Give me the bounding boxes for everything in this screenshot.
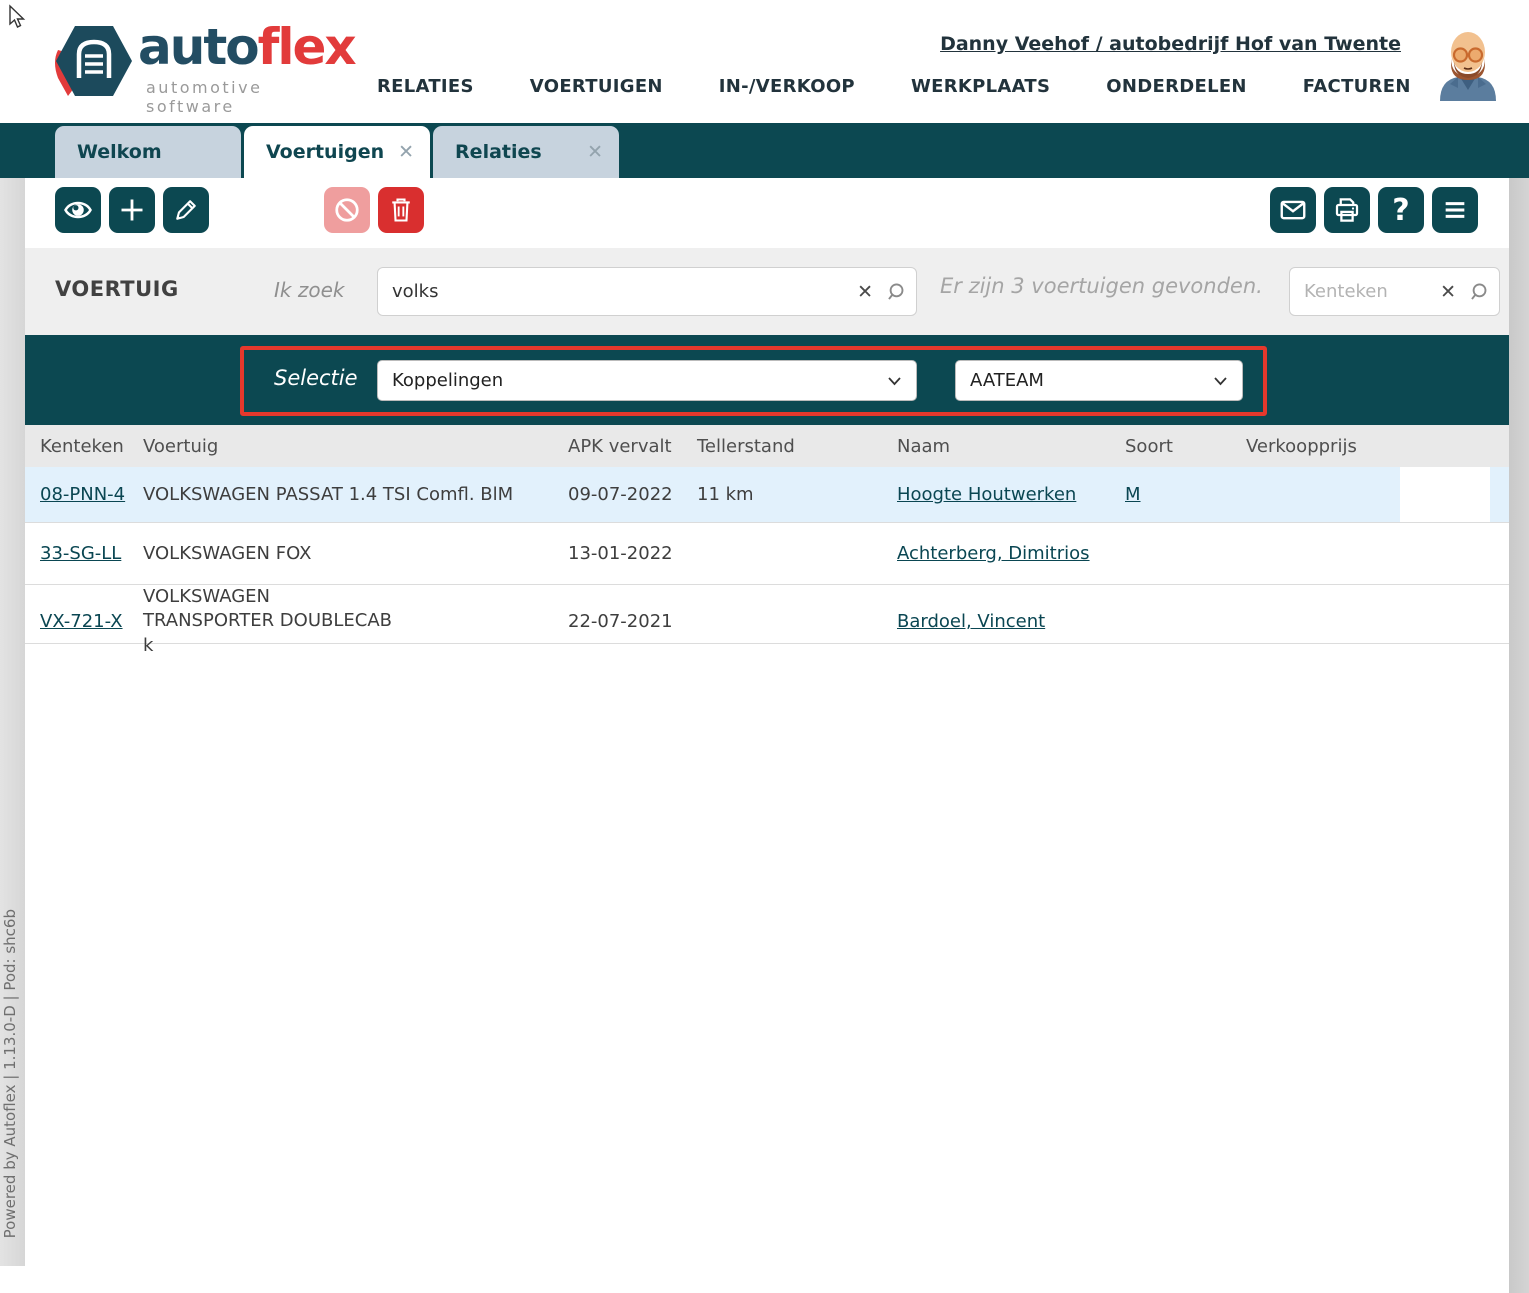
- soort-link[interactable]: M: [1125, 484, 1141, 505]
- table-row[interactable]: VX-721-X VOLKSWAGEN TRANSPORTER DOUBLECA…: [25, 584, 1509, 644]
- search-input[interactable]: [377, 267, 917, 316]
- table-body: 08-PNN-4 VOLKSWAGEN PASSAT 1.4 TSI Comfl…: [25, 467, 1509, 644]
- envelope-icon: [1278, 195, 1308, 225]
- kenteken-link[interactable]: VX-721-X: [40, 611, 123, 632]
- chevron-down-icon: [1213, 376, 1228, 386]
- autoflex-app: autoflex automotive software RELATIES VO…: [0, 0, 1529, 1293]
- printer-icon: [1332, 195, 1362, 225]
- kenteken-input-wrap: ✕: [1289, 267, 1500, 316]
- voertuig-cell: VOLKSWAGEN FOX: [143, 543, 568, 564]
- col-soort[interactable]: Soort: [1125, 436, 1246, 457]
- kenteken-search-icon[interactable]: [1468, 281, 1490, 303]
- tab-voertuigen[interactable]: Voertuigen ✕: [244, 126, 430, 178]
- nav-onderdelen[interactable]: ONDERDELEN: [1106, 76, 1247, 97]
- col-naam[interactable]: Naam: [897, 436, 1125, 457]
- left-info-strip: Powered by Autoflex | 1.13.0-D | Pod: sh…: [0, 178, 25, 1266]
- nav-voertuigen[interactable]: VOERTUIGEN: [530, 76, 663, 97]
- naam-link[interactable]: Achterberg, Dimitrios: [897, 543, 1090, 564]
- col-tellerstand[interactable]: Tellerstand: [697, 436, 897, 457]
- print-button[interactable]: [1324, 187, 1370, 233]
- search-section: VOERTUIG Ik zoek ✕ Er zijn 3 voertuigen …: [25, 248, 1509, 335]
- search-input-wrap: ✕: [377, 267, 917, 316]
- col-kenteken[interactable]: Kenteken: [40, 436, 143, 457]
- naam-link[interactable]: Hoogte Houtwerken: [897, 484, 1076, 505]
- tab-relaties-close-icon[interactable]: ✕: [587, 141, 603, 163]
- col-verkoopprijs[interactable]: Verkoopprijs: [1246, 436, 1509, 457]
- selectie-label: Selectie: [274, 366, 358, 390]
- tab-welkom[interactable]: Welkom: [55, 126, 241, 178]
- tab-relaties[interactable]: Relaties ✕: [433, 126, 619, 178]
- kenteken-clear-icon[interactable]: ✕: [1440, 281, 1456, 303]
- menu-button[interactable]: [1432, 187, 1478, 233]
- apk-cell: 22-07-2021: [568, 611, 697, 632]
- block-button[interactable]: [324, 187, 370, 233]
- pencil-icon: [172, 196, 200, 224]
- edit-button[interactable]: [163, 187, 209, 233]
- koppelingen-dropdown[interactable]: Koppelingen: [377, 360, 917, 401]
- voertuig-cell: VOLKSWAGEN TRANSPORTER DOUBLECAB k: [143, 585, 403, 658]
- plus-icon: [118, 196, 146, 224]
- question-mark-icon: ?: [1392, 193, 1409, 228]
- col-apk-vervalt[interactable]: APK vervalt: [568, 436, 697, 457]
- hamburger-icon: [1441, 196, 1469, 224]
- selected-cell-highlight: [1400, 467, 1490, 522]
- nav-werkplaats[interactable]: WERKPLAATS: [911, 76, 1050, 97]
- current-user-link[interactable]: Danny Veehof / autobedrijf Hof van Twent…: [940, 33, 1401, 55]
- team-dropdown[interactable]: AATEAM: [955, 360, 1243, 401]
- powered-by-text: Powered by Autoflex | 1.13.0-D | Pod: sh…: [1, 909, 19, 1238]
- results-count-text: Er zijn 3 voertuigen gevonden.: [940, 274, 1263, 298]
- toolbar: ?: [25, 178, 1509, 248]
- table-header: Kenteken Voertuig APK vervalt Tellerstan…: [25, 425, 1509, 467]
- naam-link[interactable]: Bardoel, Vincent: [897, 611, 1045, 632]
- apk-cell: 09-07-2022: [568, 484, 697, 505]
- mouse-cursor-icon: [6, 4, 28, 30]
- app-header: autoflex automotive software RELATIES VO…: [0, 0, 1529, 123]
- add-button[interactable]: [109, 187, 155, 233]
- eye-icon: [63, 195, 93, 225]
- nav-relaties[interactable]: RELATIES: [377, 76, 474, 97]
- logo-tagline: automotive software: [146, 78, 328, 116]
- kenteken-link[interactable]: 08-PNN-4: [40, 484, 125, 505]
- tab-voertuigen-close-icon[interactable]: ✕: [398, 141, 414, 163]
- help-button[interactable]: ?: [1378, 187, 1424, 233]
- main-nav: RELATIES VOERTUIGEN IN-/VERKOOP WERKPLAA…: [377, 76, 1411, 97]
- selection-bar: Selectie Koppelingen AATEAM: [25, 335, 1509, 425]
- tab-bar: Welkom Voertuigen ✕ Relaties ✕: [0, 123, 1529, 178]
- vertical-scrollbar[interactable]: [1509, 178, 1529, 1293]
- nav-in-verkoop[interactable]: IN-/VERKOOP: [719, 76, 855, 97]
- chevron-down-icon: [887, 376, 902, 386]
- view-button[interactable]: [55, 187, 101, 233]
- voertuig-cell: VOLKSWAGEN PASSAT 1.4 TSI Comfl. BlM: [143, 484, 568, 505]
- autoflex-logo: autoflex automotive software: [48, 16, 328, 108]
- trash-icon: [387, 196, 415, 224]
- section-title: VOERTUIG: [55, 277, 179, 301]
- logo-wordmark: autoflex: [138, 18, 355, 76]
- search-icon[interactable]: [885, 281, 907, 303]
- col-voertuig[interactable]: Voertuig: [143, 436, 568, 457]
- no-entry-icon: [332, 195, 362, 225]
- search-clear-icon[interactable]: ✕: [857, 281, 873, 303]
- nav-facturen[interactable]: FACTUREN: [1303, 76, 1411, 97]
- table-row[interactable]: 08-PNN-4 VOLKSWAGEN PASSAT 1.4 TSI Comfl…: [25, 467, 1509, 522]
- autoflex-logo-icon: [48, 16, 140, 108]
- apk-cell: 13-01-2022: [568, 543, 697, 564]
- email-button[interactable]: [1270, 187, 1316, 233]
- delete-button[interactable]: [378, 187, 424, 233]
- search-label: Ik zoek: [274, 278, 344, 302]
- table-row[interactable]: 33-SG-LL VOLKSWAGEN FOX 13-01-2022 Achte…: [25, 522, 1509, 584]
- user-avatar[interactable]: [1434, 24, 1502, 101]
- kenteken-link[interactable]: 33-SG-LL: [40, 543, 121, 564]
- tellerstand-cell: 11 km: [697, 484, 897, 505]
